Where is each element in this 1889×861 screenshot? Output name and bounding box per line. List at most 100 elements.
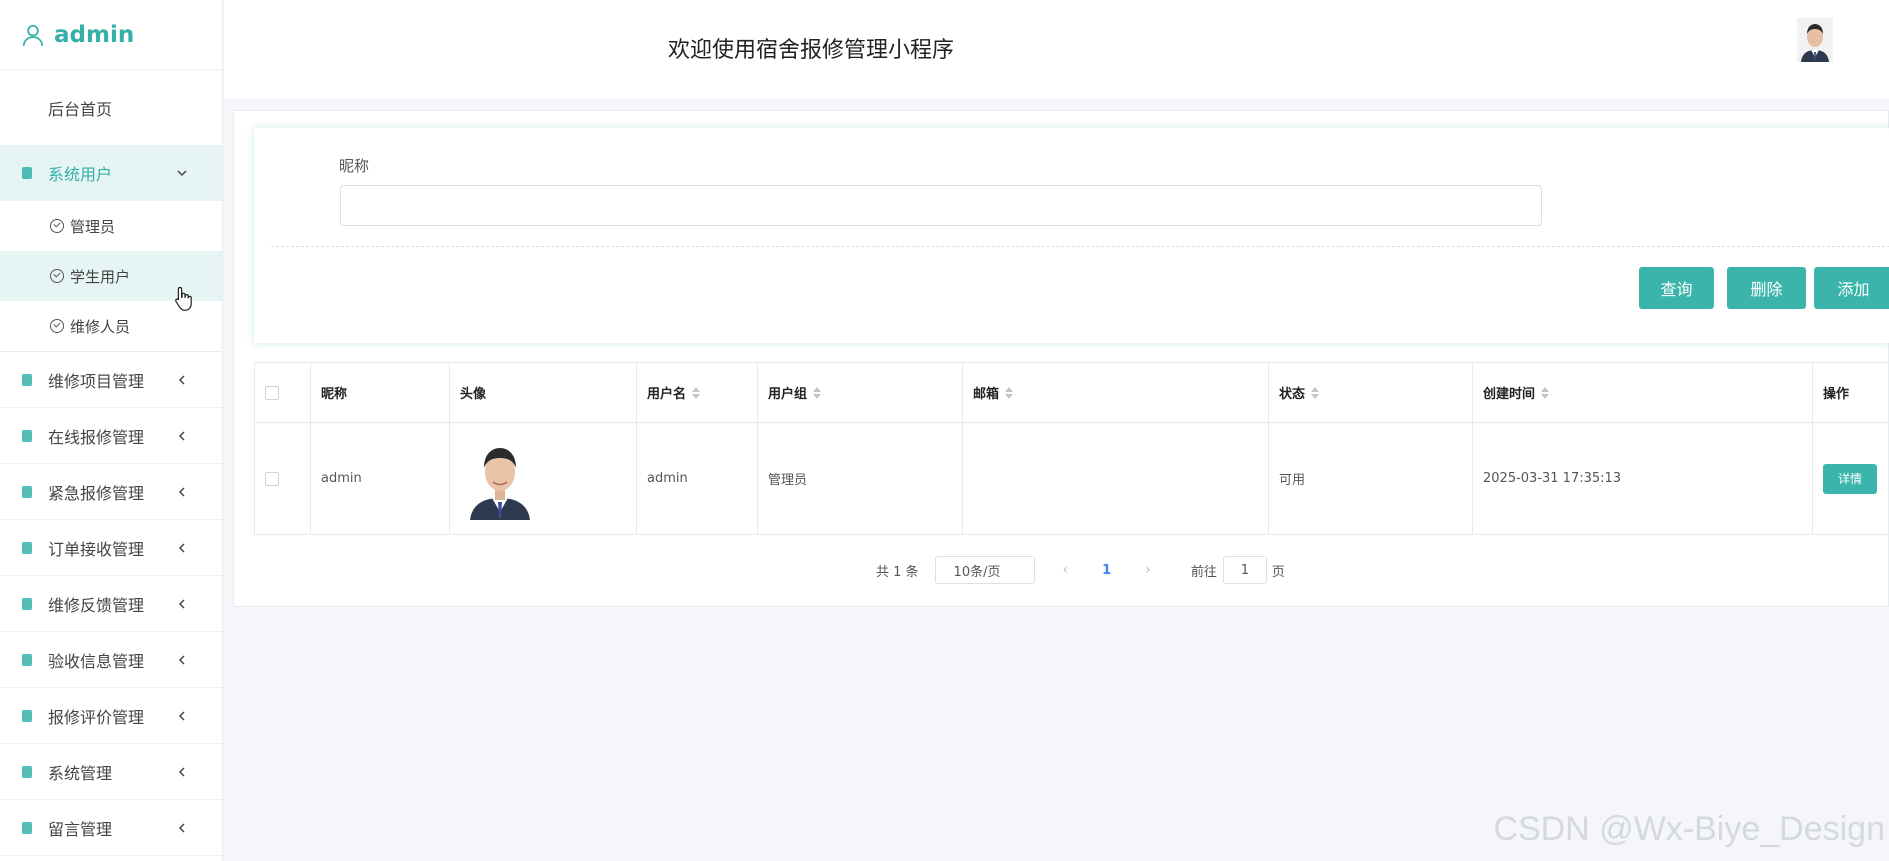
- row-checkbox[interactable]: [265, 471, 279, 486]
- sort-icon[interactable]: [692, 386, 701, 399]
- check-circle-icon: [50, 219, 64, 233]
- pagination-total: 共 1 条: [876, 564, 919, 580]
- column-header-status[interactable]: 状态: [1268, 363, 1472, 422]
- column-header-avatar: 头像: [449, 363, 636, 422]
- chevron-left-icon: [178, 654, 185, 665]
- select-all-checkbox[interactable]: [265, 385, 279, 400]
- next-page-icon[interactable]: ›: [1145, 562, 1151, 578]
- sidebar-group[interactable]: 订单接收管理: [0, 520, 222, 576]
- cell-avatar: [449, 423, 636, 534]
- header-avatar[interactable]: [1797, 18, 1833, 62]
- divider: [271, 246, 1889, 247]
- sort-icon[interactable]: [813, 386, 822, 399]
- submenu-system-users: 管理员 学生用户 维修人员: [0, 201, 222, 352]
- menu-doc-icon: [22, 653, 32, 666]
- prev-page-icon[interactable]: ‹: [1063, 562, 1069, 578]
- page-size-select[interactable]: 10条/页: [934, 556, 1035, 584]
- hand-cursor-icon: [175, 286, 192, 311]
- column-header-label: 邮箱: [973, 387, 1000, 402]
- cell-nickname: admin: [310, 423, 449, 534]
- delete-button[interactable]: 删除: [1727, 267, 1806, 309]
- chevron-left-icon: [178, 822, 185, 833]
- table-row: admin admin 管理员 可用 2025-03-31 17:35:13 详…: [254, 423, 1889, 535]
- sidebar-group-label: 订单接收管理: [48, 539, 145, 559]
- page-title: 欢迎使用宿舍报修管理小程序: [668, 38, 955, 63]
- sidebar-item-label: 维修人员: [70, 317, 131, 336]
- column-header-label: 创建时间: [1483, 387, 1536, 402]
- menu-doc-icon: [22, 541, 32, 554]
- sidebar-group-label: 系统管理: [48, 763, 113, 783]
- detail-button[interactable]: 详情: [1823, 463, 1877, 494]
- chevron-left-icon: [178, 542, 185, 553]
- query-button[interactable]: 查询: [1639, 267, 1714, 309]
- sidebar-group-system-users[interactable]: 系统用户: [0, 145, 222, 201]
- sidebar-item-label: 管理员: [70, 217, 116, 236]
- sidebar-group-label: 维修反馈管理: [48, 595, 145, 615]
- chevron-left-icon: [178, 430, 185, 441]
- sidebar-group-label: 系统用户: [48, 165, 113, 184]
- nickname-search-input[interactable]: [340, 185, 1542, 226]
- column-header-label: 状态: [1279, 387, 1306, 402]
- cell-status: 可用: [1268, 423, 1472, 534]
- select-all-cell: [254, 363, 310, 422]
- column-header-actions: 操作: [1812, 363, 1889, 422]
- sidebar-group-label: 紧急报修管理: [48, 483, 145, 503]
- column-header-email[interactable]: 邮箱: [962, 363, 1268, 422]
- user-avatar-image: [468, 437, 532, 520]
- menu-doc-icon: [22, 765, 32, 778]
- menu-doc-icon: [22, 429, 32, 442]
- watermark: CSDN @Wx-Biye_Design: [1493, 810, 1885, 848]
- sort-icon[interactable]: [1005, 386, 1014, 399]
- sidebar-group[interactable]: 留言管理: [0, 800, 222, 856]
- brand-user-name: admin: [54, 21, 135, 48]
- column-header-nickname: 昵称: [310, 363, 449, 422]
- sidebar-group-label: 报修评价管理: [48, 707, 145, 727]
- sidebar-group[interactable]: 系统管理: [0, 744, 222, 800]
- cell-email: [962, 423, 1268, 534]
- top-header: 欢迎使用宿舍报修管理小程序: [224, 0, 1889, 98]
- chevron-left-icon: [178, 766, 185, 777]
- sidebar-item-label: 学生用户: [70, 267, 131, 286]
- sidebar-group[interactable]: 报修评价管理: [0, 688, 222, 744]
- cell-actions: 详情: [1812, 423, 1889, 534]
- sidebar-group-label: 留言管理: [48, 819, 113, 839]
- sidebar-group[interactable]: 在线报修管理: [0, 408, 222, 464]
- sidebar-group[interactable]: 维修反馈管理: [0, 576, 222, 632]
- content-panel: 昵称 查询 删除 添加 昵称 头像 用户名 用户组 邮箱 状态 创建时间 操作 …: [233, 110, 1889, 607]
- column-header-username[interactable]: 用户名: [636, 363, 757, 422]
- sidebar-group[interactable]: 维修项目管理: [0, 352, 222, 408]
- sidebar-group-label: 在线报修管理: [48, 427, 145, 447]
- sidebar-group-label: 验收信息管理: [48, 651, 145, 671]
- check-circle-icon: [50, 319, 64, 333]
- page-number[interactable]: 1: [1102, 563, 1111, 578]
- sidebar-brand: admin: [0, 0, 222, 70]
- cell-group: 管理员: [757, 423, 962, 534]
- users-table: 昵称 头像 用户名 用户组 邮箱 状态 创建时间 操作 admin admin …: [254, 362, 1889, 535]
- sidebar-group[interactable]: 紧急报修管理: [0, 464, 222, 520]
- menu-doc-icon: [22, 167, 32, 179]
- check-circle-icon: [50, 269, 64, 283]
- chevron-down-icon: [177, 170, 187, 177]
- sidebar-group[interactable]: 验收信息管理: [0, 632, 222, 688]
- nickname-label: 昵称: [339, 157, 370, 175]
- column-header-created[interactable]: 创建时间: [1472, 363, 1812, 422]
- sort-icon[interactable]: [1311, 386, 1320, 399]
- cell-created: 2025-03-31 17:35:13: [1472, 423, 1812, 534]
- menu-doc-icon: [22, 709, 32, 722]
- sidebar-item-home[interactable]: 后台首页: [0, 70, 222, 145]
- sidebar-item-admin[interactable]: 管理员: [0, 201, 222, 251]
- column-header-label: 用户组: [768, 387, 808, 402]
- chevron-left-icon: [178, 486, 185, 497]
- sort-icon[interactable]: [1541, 386, 1550, 399]
- chevron-left-icon: [178, 710, 185, 721]
- pagination: 共 1 条 10条/页 ‹ 1 › 前往 1 页: [876, 556, 1285, 584]
- column-header-label: 用户名: [647, 387, 687, 402]
- goto-page-input[interactable]: 1: [1222, 556, 1267, 584]
- add-button[interactable]: 添加: [1814, 267, 1889, 309]
- user-icon: [22, 24, 44, 46]
- sidebar: admin 后台首页 系统用户 管理员 学生用户 维修人员 维修项目管理 在线报…: [0, 0, 223, 861]
- menu-doc-icon: [22, 373, 32, 386]
- search-card: 昵称 查询 删除 添加: [254, 128, 1889, 343]
- goto-label: 前往: [1190, 564, 1217, 580]
- column-header-group[interactable]: 用户组: [757, 363, 962, 422]
